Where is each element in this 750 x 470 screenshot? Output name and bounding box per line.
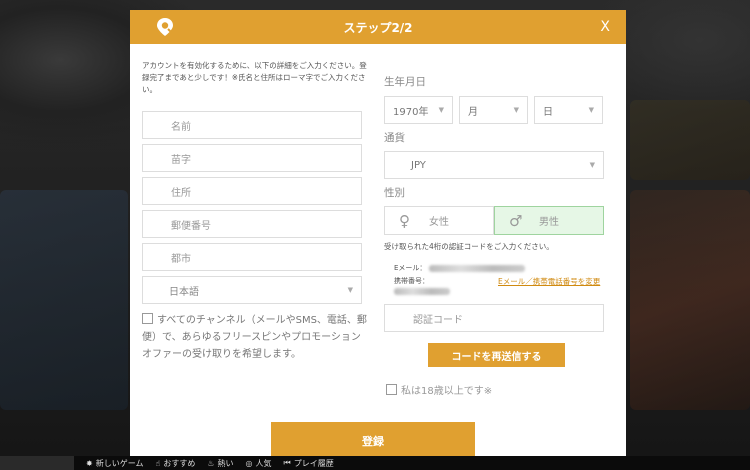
gender-female-option[interactable]: ♀ 女性 [384,206,494,235]
city-input[interactable]: 都市 [142,243,362,271]
dob-label: 生年月日 [384,76,426,88]
promo-consent-checkbox[interactable] [142,313,153,324]
brand-logo-icon [156,17,174,37]
email-row: Eメール： [394,263,525,273]
gender-female-label: 女性 [429,217,449,228]
phone-row: 携帯番号： [394,276,429,286]
currency-label: 通貨 [384,132,405,144]
chevron-down-icon: ▼ [588,106,594,114]
age-confirm: 私は18歳以上です※ [386,382,492,397]
male-symbol-icon: ♂ [509,211,523,230]
modal-title: ステップ2/2 [343,20,413,35]
verification-code-input[interactable]: 認証コード [384,304,604,332]
currency-select[interactable]: JPY ▼ [384,151,604,179]
last-name-placeholder: 苗字 [171,154,191,166]
phone-value-row [394,287,450,295]
postal-code-placeholder: 郵便番号 [171,220,211,232]
address-placeholder: 住所 [171,187,191,199]
city-placeholder: 都市 [171,253,191,265]
bottom-bar-left-panel [0,456,74,470]
rewind-icon: ⏮ [283,458,291,467]
flame-icon: ♨ [207,458,215,468]
gender-male-option[interactable]: ♂ 男性 [494,206,604,235]
dob-month-select[interactable]: 月 ▼ [459,96,528,124]
chevron-down-icon: ▼ [438,106,444,114]
postal-code-input[interactable]: 郵便番号 [142,210,362,238]
age-confirm-text: 私は18歳以上です※ [401,386,493,397]
language-value: 日本語 [169,286,199,298]
resend-code-button[interactable]: コードを再送信する [428,343,565,367]
female-symbol-icon: ♀ [399,211,410,230]
verification-code-placeholder: 認証コード [413,314,463,326]
game-tile-right-top[interactable] [630,100,750,180]
gender-male-label: 男性 [539,217,559,228]
dob-month-value: 月 [468,106,478,118]
dob-day-select[interactable]: 日 ▼ [534,96,603,124]
code-note: 受け取られた4桁の認証コードをご入力ください。 [384,242,554,251]
modal-header: ステップ2/2 X [130,10,626,44]
change-contact-link[interactable]: Eメール／携帯電話番号を変更 [498,276,600,287]
language-select[interactable]: 日本語 ▼ [142,276,362,304]
dob-year-value: 1970年 [393,106,429,118]
dob-day-value: 日 [543,106,553,118]
chat-bubble-icon: ◎ [245,458,253,468]
game-tile-left[interactable] [0,190,128,410]
nav-new-games-label: 新しいゲーム [95,458,144,468]
gender-label: 性別 [384,187,405,199]
new-games-icon: ✸ [86,458,93,468]
chevron-down-icon: ▼ [589,161,595,169]
intro-text: アカウントを有効化するために、以下の詳細をご入力ください。登録完了まであと少しで… [142,61,367,94]
phone-label: 携帯番号： [394,277,429,285]
email-label: Eメール： [394,264,427,272]
phone-value-redacted [394,287,450,295]
email-value-redacted [428,264,525,272]
nav-hot-label: 熱い [217,458,234,468]
register-button[interactable]: 登録 [271,422,475,456]
chevron-down-icon: ▼ [347,286,353,294]
age-confirm-checkbox[interactable] [386,384,397,395]
chevron-down-icon: ▼ [513,106,519,114]
thumbs-up-icon: ☝ [155,458,161,468]
first-name-placeholder: 名前 [171,121,191,133]
dob-year-select[interactable]: 1970年 ▼ [384,96,453,124]
nav-new-games[interactable]: ✸ 新しいゲーム [86,458,143,469]
close-button[interactable]: X [600,18,610,36]
game-tile-right[interactable] [630,190,750,410]
nav-history-label: プレイ履歴 [293,458,334,468]
promo-consent-text: すべてのチャンネル（メールやSMS、電話、郵便）で、あらゆるフリースピンやプロモ… [142,315,367,360]
currency-value: JPY [411,159,426,171]
last-name-input[interactable]: 苗字 [142,144,362,172]
address-input[interactable]: 住所 [142,177,362,205]
first-name-input[interactable]: 名前 [142,111,362,139]
nav-history[interactable]: ⏮ プレイ履歴 [284,458,334,469]
nav-recommended[interactable]: ☝ おすすめ [155,458,195,469]
nav-hot[interactable]: ♨ 熱い [207,458,233,469]
promo-consent: すべてのチャンネル（メールやSMS、電話、郵便）で、あらゆるフリースピンやプロモ… [142,312,367,363]
nav-recommended-label: おすすめ [163,458,196,468]
bottom-nav-bar: ✸ 新しいゲーム ☝ おすすめ ♨ 熱い ◎ 人気 ⏮ プレイ履歴 [0,456,750,470]
registration-modal: ステップ2/2 X アカウントを有効化するために、以下の詳細をご入力ください。登… [130,10,626,456]
nav-popular[interactable]: ◎ 人気 [246,458,272,469]
nav-popular-label: 人気 [255,458,272,468]
